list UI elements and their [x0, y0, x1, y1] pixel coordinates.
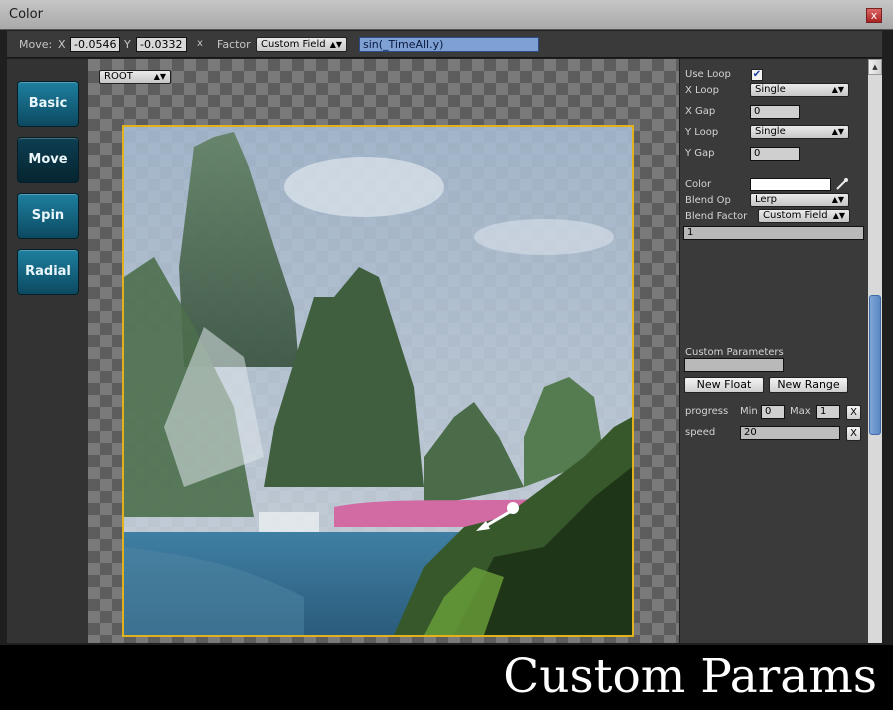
custom-parameters-title: Custom Parameters [685, 347, 784, 358]
scrollbar-thumb[interactable] [869, 295, 881, 435]
eyedropper-icon[interactable] [835, 177, 849, 191]
move-y-field[interactable]: -0.0332 [136, 37, 187, 52]
checkmark-icon: ✔ [752, 69, 762, 80]
move-label: Move: [19, 38, 53, 51]
move-handle[interactable] [507, 502, 519, 514]
y-loop-value: Single [755, 126, 786, 137]
new-float-button[interactable]: New Float [684, 377, 764, 393]
x-loop-dropdown[interactable]: Single ▲▼ [750, 83, 849, 97]
y-loop-dropdown[interactable]: Single ▲▼ [750, 125, 849, 139]
window-title: Color [9, 7, 43, 22]
radial-button[interactable]: Radial [17, 249, 79, 295]
basic-button[interactable]: Basic [17, 81, 79, 127]
new-range-button[interactable]: New Range [769, 377, 848, 393]
close-button[interactable]: x [866, 8, 882, 23]
y-gap-label: Y Gap [685, 148, 715, 159]
progress-max-label: Max [790, 406, 811, 417]
title-bar: Color x [0, 0, 893, 30]
progress-min-label: Min [740, 406, 758, 417]
param-name-speed: speed [685, 427, 716, 438]
color-swatch[interactable] [750, 178, 831, 191]
remove-speed-button[interactable]: X [846, 426, 861, 441]
y-label: Y [124, 38, 131, 51]
root-value: ROOT [104, 71, 133, 82]
chevron-updown-icon: ▲▼ [832, 211, 845, 220]
texture-preview[interactable] [122, 125, 634, 637]
preview-viewport[interactable]: ROOT ▲▼ [88, 59, 679, 643]
speed-value-field[interactable]: 20 [740, 426, 840, 440]
scroll-up-icon[interactable]: ▲ [868, 59, 882, 75]
blend-factor-field[interactable]: 1 [683, 226, 864, 240]
caption-bar: Custom Params [0, 645, 893, 710]
blend-op-dropdown[interactable]: Lerp ▲▼ [750, 193, 849, 207]
x-gap-label: X Gap [685, 106, 716, 117]
landscape-painting [124, 127, 632, 635]
caption-text: Custom Params [503, 649, 877, 704]
color-label: Color [685, 179, 712, 190]
x-gap-field[interactable]: 0 [750, 105, 800, 119]
factor-label: Factor [217, 38, 251, 51]
y-gap-field[interactable]: 0 [750, 147, 800, 161]
blend-factor-label: Blend Factor [685, 211, 748, 222]
properties-panel: Use Loop ✔ X Loop Single ▲▼ X Gap 0 Y Loo… [680, 59, 868, 643]
blend-factor-value: Custom Field [763, 210, 828, 221]
move-x-field[interactable]: -0.0546 [70, 37, 120, 52]
properties-scrollbar[interactable]: ▲ [868, 59, 882, 643]
progress-max-field[interactable]: 1 [816, 405, 840, 419]
chevron-updown-icon: ▲▼ [831, 85, 844, 94]
y-loop-label: Y Loop [685, 127, 719, 138]
x-label: X [58, 38, 66, 51]
param-name-progress: progress [685, 406, 729, 417]
chevron-updown-icon: ▲▼ [153, 72, 166, 81]
move-toolbar: Move: X -0.0546 Y -0.0332 x Factor Custo… [7, 31, 882, 58]
use-loop-label: Use Loop [685, 69, 731, 80]
chevron-updown-icon: ▲▼ [831, 127, 844, 136]
x-loop-value: Single [755, 84, 786, 95]
blend-factor-dropdown[interactable]: Custom Field ▲▼ [758, 209, 850, 223]
reset-move-button[interactable]: x [197, 38, 203, 49]
custom-parameter-name-field[interactable] [684, 358, 784, 372]
blend-op-label: Blend Op [685, 195, 731, 206]
formula-field[interactable]: sin(_TimeAll.y) [359, 37, 539, 52]
factor-dropdown[interactable]: Custom Field ▲▼ [256, 37, 347, 52]
spin-button[interactable]: Spin [17, 193, 79, 239]
chevron-updown-icon: ▲▼ [329, 40, 342, 49]
factor-value: Custom Field [261, 39, 326, 50]
use-loop-checkbox[interactable]: ✔ [751, 69, 763, 81]
move-button[interactable]: Move [17, 137, 79, 183]
root-dropdown[interactable]: ROOT ▲▼ [99, 70, 171, 84]
chevron-updown-icon: ▲▼ [831, 195, 844, 204]
blend-op-value: Lerp [755, 194, 778, 205]
remove-progress-button[interactable]: X [846, 405, 861, 420]
x-loop-label: X Loop [685, 85, 720, 96]
mode-sidebar: Basic Move Spin Radial [7, 59, 88, 643]
color-editor-window: Color x Move: X -0.0546 Y -0.0332 x Fact… [0, 0, 893, 645]
progress-min-field[interactable]: 0 [761, 405, 785, 419]
